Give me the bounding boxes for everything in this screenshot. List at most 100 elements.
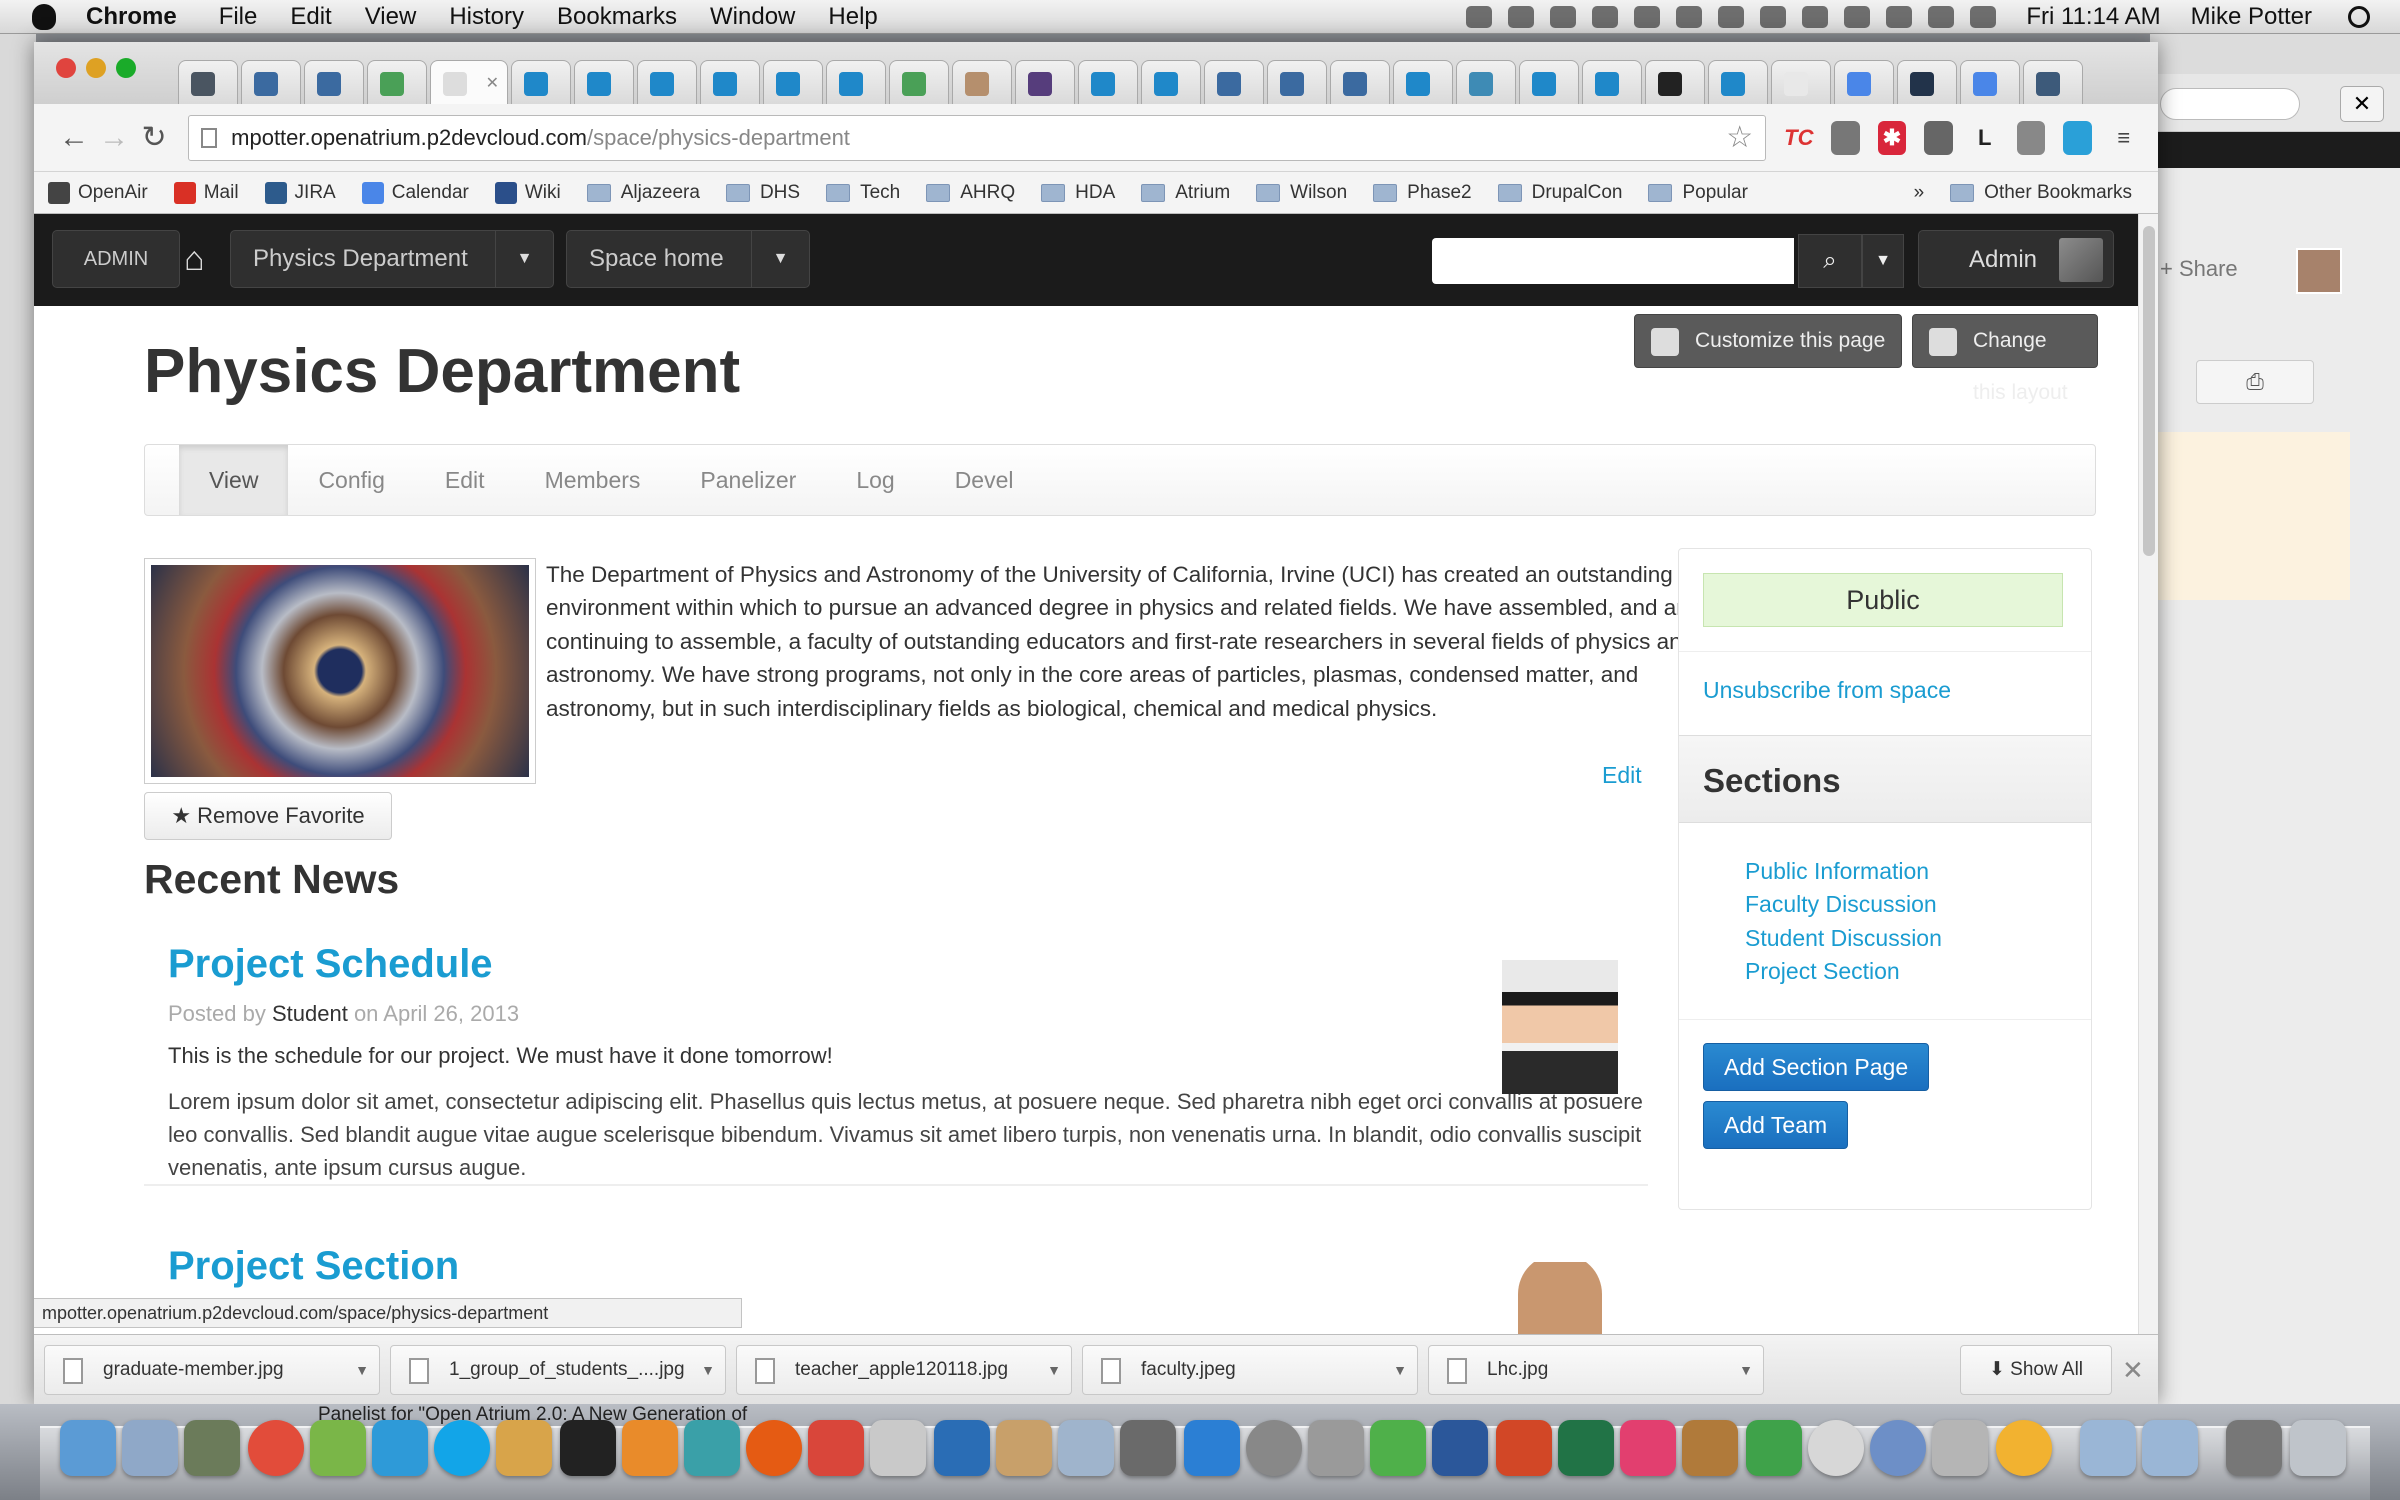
bookmarks-overflow-chevron[interactable]: » [1914, 182, 1925, 204]
bookmark-folder-ahrq[interactable]: AHRQ [926, 182, 1015, 204]
bookmark-jira[interactable]: JIRA [264, 181, 336, 204]
extension-asterisk-icon[interactable]: ✱ [1877, 120, 1907, 155]
bookmark-openair[interactable]: OpenAir [48, 181, 148, 204]
chrome-menu-icon[interactable]: ≡ [2110, 121, 2138, 155]
unsubscribe-link[interactable]: Unsubscribe from space [1703, 677, 1951, 704]
amazon-icon[interactable] [1184, 1420, 1240, 1476]
dock-app-icon[interactable] [1932, 1420, 1988, 1476]
browser-tab[interactable] [1267, 60, 1327, 104]
google-plus-icon[interactable] [1120, 1420, 1176, 1476]
dock-app-icon[interactable] [310, 1420, 366, 1476]
space-home-dropdown[interactable]: Space home ▼ [566, 230, 810, 288]
firefox-icon[interactable] [746, 1420, 802, 1476]
bookmark-wiki[interactable]: Wiki [494, 181, 561, 204]
menu-history[interactable]: History [449, 3, 524, 31]
browser-tab[interactable] [952, 60, 1012, 104]
apple-menu-icon[interactable] [32, 3, 56, 30]
browser-tab[interactable] [1141, 60, 1201, 104]
browser-tab[interactable] [241, 60, 301, 104]
status-icon[interactable] [1718, 5, 1745, 28]
extension-l-icon[interactable]: L [1971, 121, 1999, 155]
documents-folder-icon[interactable] [2142, 1420, 2198, 1476]
excel-icon[interactable] [1558, 1420, 1614, 1476]
admin-menu-button[interactable]: ADMIN [52, 230, 180, 288]
bookmark-folder-tech[interactable]: Tech [826, 182, 900, 204]
browser-tab[interactable] [1204, 60, 1264, 104]
browser-tab[interactable] [1834, 60, 1894, 104]
close-icon[interactable]: ✕ [2122, 1355, 2144, 1386]
chevron-down-icon[interactable]: ▼ [751, 231, 809, 287]
browser-tab[interactable] [637, 60, 697, 104]
tab-members[interactable]: Members [515, 445, 671, 515]
status-icon[interactable] [1634, 5, 1661, 28]
dock-stack-icon[interactable] [2226, 1420, 2282, 1476]
time-machine-icon[interactable] [1246, 1420, 1302, 1476]
search-input[interactable] [1432, 238, 1794, 284]
chevron-down-icon[interactable]: ▼ [1739, 1346, 1753, 1394]
news-author-link[interactable]: Student [272, 1001, 348, 1026]
dock-app-icon[interactable] [622, 1420, 678, 1476]
dock-app-icon[interactable] [1058, 1420, 1114, 1476]
word-icon[interactable] [1432, 1420, 1488, 1476]
add-section-page-button[interactable]: Add Section Page [1703, 1043, 1930, 1091]
minimize-window-icon[interactable] [86, 58, 106, 78]
dock-app-icon[interactable] [1620, 1420, 1676, 1476]
dock-app-icon[interactable] [1808, 1420, 1864, 1476]
bookmark-mail[interactable]: Mail [173, 181, 239, 204]
bookmark-calendar[interactable]: Calendar [361, 181, 469, 204]
menu-window[interactable]: Window [710, 3, 795, 31]
search-icon[interactable]: ⌕ [1798, 234, 1862, 288]
extension-window-icon[interactable] [1924, 120, 1953, 155]
browser-tab[interactable] [1456, 60, 1516, 104]
dock-app-icon[interactable] [184, 1420, 240, 1476]
chevron-down-icon[interactable]: ▼ [495, 231, 553, 287]
menu-file[interactable]: File [219, 3, 258, 31]
yammer-icon[interactable] [372, 1420, 428, 1476]
browser-tab[interactable] [304, 60, 364, 104]
back-icon[interactable]: ← [54, 121, 94, 155]
add-team-button[interactable]: Add Team [1703, 1101, 1849, 1149]
space-dropdown[interactable]: Physics Department ▼ [230, 230, 554, 288]
tab-panelizer[interactable]: Panelizer [670, 445, 826, 515]
menu-help[interactable]: Help [828, 3, 877, 31]
trash-icon[interactable] [2290, 1420, 2346, 1476]
section-link-project-section[interactable]: Project Section [1745, 955, 1942, 988]
avatar[interactable] [2296, 248, 2342, 294]
home-icon[interactable]: ⌂ [184, 240, 205, 279]
extension-tc-icon[interactable]: TC [1784, 121, 1813, 155]
page-scrollbar[interactable] [2138, 214, 2158, 1334]
skype-icon[interactable] [434, 1420, 490, 1476]
customize-page-button[interactable]: Customize this page [1634, 314, 1903, 368]
dock-app-icon[interactable] [122, 1420, 178, 1476]
browser-tab[interactable] [889, 60, 949, 104]
dock-app-icon[interactable] [808, 1420, 864, 1476]
user-menu-button[interactable]: Admin [1918, 230, 2114, 288]
background-extension-button[interactable]: ✕ [2340, 86, 2384, 122]
bookmark-folder-hda[interactable]: HDA [1041, 182, 1115, 204]
menu-view[interactable]: View [365, 3, 417, 31]
chevron-down-icon[interactable]: ▼ [1047, 1346, 1061, 1394]
dock-app-icon[interactable] [1746, 1420, 1802, 1476]
menu-edit[interactable]: Edit [290, 3, 331, 31]
status-icon[interactable] [1760, 5, 1787, 28]
browser-tab[interactable] [826, 60, 886, 104]
browser-tab[interactable] [2023, 60, 2083, 104]
edit-description-link[interactable]: Edit [1602, 762, 1642, 789]
dock-app-icon[interactable] [1870, 1420, 1926, 1476]
status-icon[interactable] [1676, 5, 1703, 28]
bookmark-star-icon[interactable]: ☆ [1726, 120, 1753, 155]
status-icon[interactable] [1844, 5, 1871, 28]
dock-app-icon[interactable] [870, 1420, 926, 1476]
browser-tab[interactable] [700, 60, 760, 104]
status-icon[interactable] [1802, 5, 1829, 28]
download-item[interactable]: Lhc.jpg ▼ [1428, 1345, 1764, 1395]
tab-devel[interactable]: Devel [925, 445, 1044, 515]
browser-tab[interactable] [1078, 60, 1138, 104]
chevron-down-icon[interactable]: ▼ [1393, 1346, 1407, 1394]
scrollbar-thumb[interactable] [2143, 226, 2155, 556]
tab-config[interactable]: Config [288, 445, 414, 515]
bookmark-folder-aljazeera[interactable]: Aljazeera [586, 182, 700, 204]
section-link-student-discussion[interactable]: Student Discussion [1745, 922, 1942, 955]
browser-tab[interactable] [574, 60, 634, 104]
close-window-icon[interactable] [56, 58, 76, 78]
